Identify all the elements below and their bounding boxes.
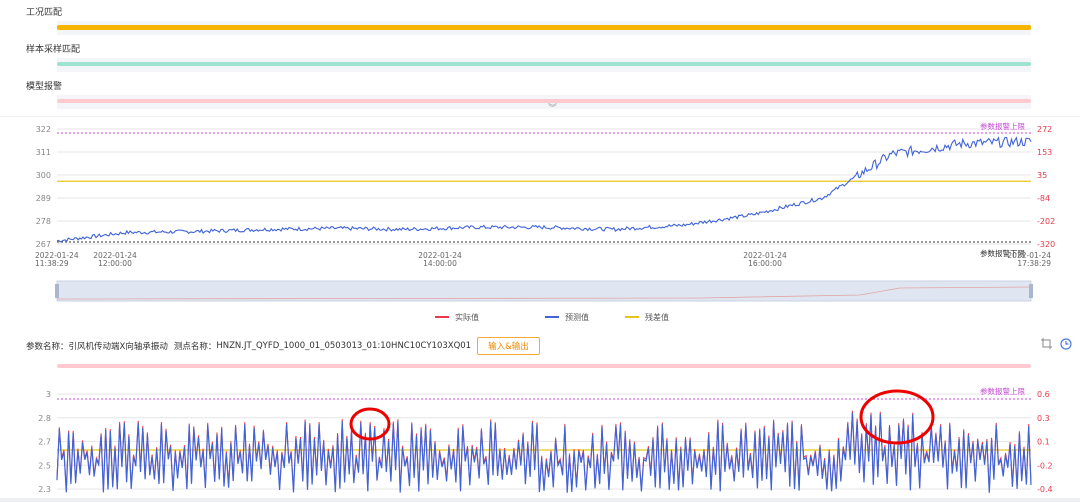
y-left-tick-label: 289 <box>36 194 51 203</box>
y-left-tick-label: 322 <box>36 125 51 134</box>
y-right-tick-label: 35 <box>1037 171 1047 180</box>
second-chart-panel: 3 2.8 2.7 2.5 2.3 0.6 0.3 0.1 -0.2 -0.4 参数报警上限 <box>0 361 1080 498</box>
y-right-tick-label: -0.2 <box>1037 461 1053 470</box>
zoom-handle-right <box>1029 284 1033 298</box>
legend-label: 残差值 <box>645 312 669 322</box>
y-right-tick-label: -84 <box>1037 194 1050 203</box>
y-right-tick-label: 0.1 <box>1037 438 1050 447</box>
y-left-tick-label: 2.3 <box>38 485 51 494</box>
main-trend-chart: 322 311 300 289 278 267 272 153 35 -84 -202 -320 参数报… <box>35 121 1055 322</box>
upper-limit-label: 参数报警上限 <box>980 386 1025 396</box>
model-alarm-band[interactable] <box>57 99 1031 103</box>
x-tick-time: 11:38:29 <box>35 259 69 268</box>
crop-icon[interactable] <box>1041 338 1052 352</box>
param-info-row: 参数名称： 引风机传动端X向轴承振动 测点名称： HNZN.JT_QYFD_10… <box>26 336 540 356</box>
x-tick-time: 17:38:29 <box>1017 259 1051 268</box>
detail-trend-chart: 3 2.8 2.7 2.5 2.3 0.6 0.3 0.1 -0.2 -0.4 参数报警上限 <box>38 386 1053 494</box>
point-name-value: HNZN.JT_QYFD_1000_01_0503013_01:10HNC10C… <box>216 341 472 351</box>
y-left-tick-label: 2.8 <box>38 414 51 423</box>
y-right-tick-label: 0.3 <box>1037 414 1050 423</box>
y-left-tick-label: 267 <box>36 240 51 249</box>
x-tick-time: 12:00:00 <box>98 259 132 268</box>
y-right-tick-label: -202 <box>1037 217 1055 226</box>
predicted-series-line <box>56 136 1032 243</box>
zoom-handle-left <box>55 284 59 298</box>
y-left-tick-label: 278 <box>36 217 51 226</box>
upper-limit-label: 参数报警上限 <box>980 121 1025 131</box>
legend-label: 实际值 <box>455 312 479 322</box>
y-right-tick-label: 153 <box>1037 148 1052 157</box>
predicted-series-line <box>56 412 1032 493</box>
y-left-tick-label: 311 <box>36 148 51 157</box>
y-right-tick-label: -0.4 <box>1037 485 1053 494</box>
param-name-value: 引风机传动端X向轴承振动 <box>68 342 168 352</box>
y-left-tick-label: 3 <box>46 390 51 399</box>
chevron-double-down-icon[interactable]: ︾ <box>548 101 557 114</box>
x-tick-time: 14:00:00 <box>423 259 457 268</box>
io-button[interactable]: 输入&输出 <box>477 337 540 355</box>
y-left-tick-label: 2.7 <box>38 438 51 447</box>
point-name-label: 测点名称： <box>173 342 217 352</box>
sample-match-band[interactable] <box>57 62 1031 66</box>
y-right-tick-label: -320 <box>1037 240 1055 249</box>
model-alarm-label: 模型报警 <box>26 82 63 92</box>
param-name-label: 参数名称： <box>26 342 69 352</box>
main-chart-panel: 322 311 300 289 278 267 272 153 35 -84 -202 -320 参数报… <box>0 117 1080 333</box>
y-right-tick-label: 0.6 <box>1037 390 1050 399</box>
y-left-tick-label: 300 <box>36 171 51 180</box>
y-left-tick-label: 2.5 <box>38 461 51 470</box>
sample-match-label: 样本采样匹配 <box>26 45 81 55</box>
x-tick-time: 16:00:00 <box>748 259 782 268</box>
legend-label: 预测值 <box>565 312 589 322</box>
model-alarm-band-2[interactable] <box>57 364 1031 368</box>
condition-match-band[interactable] <box>57 25 1031 30</box>
status-bands-panel: 工况匹配 样本采样匹配 模型报警 ︾ <box>0 0 1080 116</box>
y-right-tick-label: 272 <box>1037 125 1052 134</box>
clock-icon[interactable] <box>1060 338 1072 353</box>
condition-match-label: 工况匹配 <box>26 8 63 18</box>
